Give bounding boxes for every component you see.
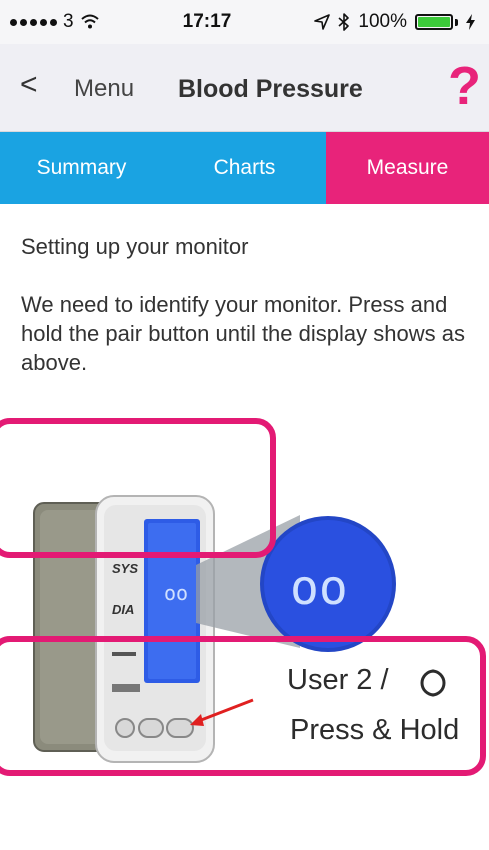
charging-icon: [465, 14, 475, 30]
status-right: 100%: [314, 11, 475, 33]
pair-link-icon: [420, 669, 446, 697]
battery-icon: [414, 14, 458, 30]
callout-user-label: User 2 /: [287, 664, 389, 696]
tab-measure[interactable]: Measure: [326, 132, 489, 204]
nav-bar: < Menu Blood Pressure ?: [0, 44, 489, 132]
bluetooth-icon: [338, 13, 350, 31]
callout-display-frame: [0, 418, 276, 558]
instructions-text: We need to identify your monitor. Press …: [21, 292, 465, 375]
dia-label: DIA: [112, 602, 134, 617]
page-title: Blood Pressure: [178, 75, 363, 103]
wifi-icon: [80, 14, 99, 29]
tab-bar: Summary Charts Measure: [0, 132, 489, 204]
lcd-pair-code: oo: [164, 581, 188, 605]
tab-charts[interactable]: Charts: [163, 132, 326, 204]
sys-label: SYS: [112, 561, 138, 576]
status-time: 17:17: [182, 11, 232, 32]
back-chevron-icon[interactable]: <: [20, 68, 38, 102]
back-button[interactable]: Menu: [74, 75, 134, 103]
setup-title: Setting up your monitor: [21, 234, 249, 259]
callout-button-frame: [0, 636, 486, 776]
battery-percent: 100%: [358, 11, 407, 32]
callout-press-label: Press & Hold: [290, 714, 460, 746]
status-left: 3: [10, 11, 100, 33]
help-icon[interactable]: ?: [448, 55, 481, 117]
signal-dots-icon: [10, 18, 57, 26]
location-icon: [314, 14, 331, 30]
svg-text:oo: oo: [290, 560, 348, 616]
carrier-label: 3: [63, 11, 74, 32]
status-bar: 3 17:17 100%: [0, 0, 489, 44]
tab-summary[interactable]: Summary: [0, 132, 163, 204]
